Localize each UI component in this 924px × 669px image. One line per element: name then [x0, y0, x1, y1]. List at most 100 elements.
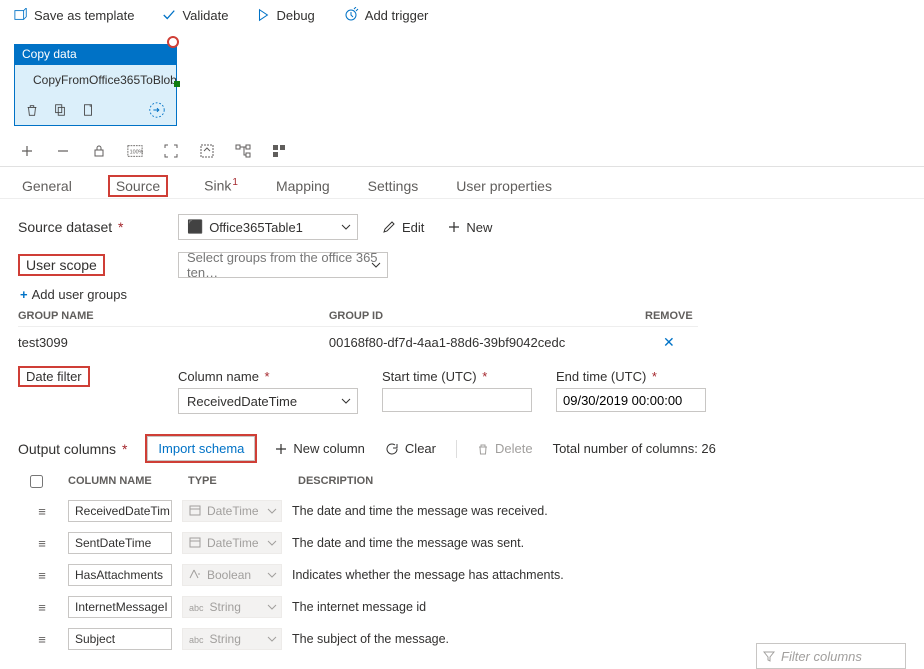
drag-handle[interactable]: ≡ — [30, 600, 54, 615]
zoom-in-icon[interactable] — [18, 142, 36, 160]
save-as-template-button[interactable]: Save as template — [14, 8, 134, 23]
column-name-dropdown[interactable]: ReceivedDateTime — [178, 388, 358, 414]
chevron-down-icon — [267, 538, 277, 548]
group-name-cell: test3099 — [18, 335, 329, 350]
schema-row: ≡ HasAttachments Boolean Indicates whether … — [30, 559, 906, 591]
zoom-percent-icon[interactable]: 100% — [126, 142, 144, 160]
drag-handle[interactable]: ≡ — [30, 536, 54, 551]
chevron-down-icon — [341, 222, 351, 232]
column-type-dropdown: DateTime — [182, 500, 282, 522]
column-type-dropdown: Boolean — [182, 564, 282, 586]
start-time-input[interactable] — [382, 388, 532, 412]
remove-group-button[interactable]: ✕ — [663, 334, 675, 350]
column-description: The internet message id — [292, 600, 426, 614]
autolayout-icon[interactable] — [234, 142, 252, 160]
trash-icon — [477, 443, 489, 455]
column-description: The date and time the message was sent. — [292, 536, 524, 550]
column-description: The date and time the message was receiv… — [292, 504, 548, 518]
copy-data-activity[interactable]: Copy data CopyFromOffice365ToBlob — [14, 44, 177, 126]
group-row: test3099 00168f80-df7d-4aa1-88d6-39bf904… — [18, 327, 698, 357]
column-name-input[interactable]: Subject — [68, 628, 172, 650]
clear-button[interactable]: Clear — [385, 441, 436, 456]
svg-text:100%: 100% — [130, 150, 143, 156]
filter-columns-input[interactable]: Filter columns — [756, 643, 906, 669]
new-dataset-button[interactable]: New — [448, 220, 492, 235]
select-all-checkbox[interactable] — [30, 475, 43, 488]
chevron-down-icon — [267, 506, 277, 516]
chevron-down-icon — [267, 570, 277, 580]
plus-icon — [275, 443, 287, 455]
zoom-out-icon[interactable] — [54, 142, 72, 160]
column-name-input[interactable]: HasAttachments — [68, 564, 172, 586]
validate-label: Validate — [182, 8, 228, 23]
new-column-button[interactable]: New column — [275, 441, 365, 456]
schema-row: ≡ InternetMessageI abcString The internet m… — [30, 591, 906, 623]
end-time-label: End time (UTC) * — [556, 369, 706, 384]
description-header: DESCRIPTION — [298, 475, 906, 491]
debug-button[interactable]: Debug — [256, 8, 314, 23]
drag-handle[interactable]: ≡ — [30, 504, 54, 519]
tab-user-properties[interactable]: User properties — [454, 174, 554, 198]
column-type-dropdown: DateTime — [182, 532, 282, 554]
schema-table: COLUMN NAME TYPE DESCRIPTION ≡ReceivedDa… — [18, 471, 906, 655]
filter-icon — [763, 650, 775, 662]
column-type-dropdown: abcString — [182, 628, 282, 650]
error-badge-icon — [167, 36, 179, 48]
pencil-icon — [382, 220, 396, 234]
output-handle[interactable] — [174, 81, 180, 87]
office365-icon: ⬛ — [187, 219, 203, 235]
tab-source[interactable]: Source — [108, 175, 168, 197]
group-name-header: GROUP NAME — [18, 310, 329, 322]
user-scope-dropdown[interactable]: Select groups from the office 365 ten… — [178, 252, 388, 278]
end-time-input[interactable] — [556, 388, 706, 412]
chevron-down-icon — [267, 634, 277, 644]
start-time-label: Start time (UTC) * — [382, 369, 532, 384]
add-user-groups-button[interactable]: + Add user groups — [20, 287, 906, 302]
date-filter-label: Date filter — [18, 369, 178, 384]
activity-name: CopyFromOffice365ToBlob — [33, 73, 177, 87]
add-trigger-button[interactable]: Add trigger — [343, 7, 429, 23]
save-as-template-label: Save as template — [34, 8, 134, 23]
type-tag-icon: abc — [189, 600, 204, 614]
import-schema-button[interactable]: Import schema — [147, 436, 255, 461]
schema-row: ≡ ReceivedDateTim DateTime The date and tim… — [30, 495, 906, 527]
fit-screen-icon[interactable] — [162, 142, 180, 160]
delete-icon[interactable] — [25, 103, 39, 117]
tab-general[interactable]: General — [20, 174, 74, 198]
template-icon — [14, 8, 28, 22]
lock-icon[interactable] — [90, 142, 108, 160]
tab-bar: General Source Sink1 Mapping Settings Us… — [0, 167, 924, 199]
type-tag-icon — [189, 568, 201, 583]
type-tag-icon — [189, 536, 201, 551]
column-description: Indicates whether the message has attach… — [292, 568, 564, 582]
drag-handle[interactable]: ≡ — [30, 568, 54, 583]
drag-handle[interactable]: ≡ — [30, 632, 54, 647]
tab-settings[interactable]: Settings — [366, 174, 421, 198]
group-remove-header: REMOVE — [640, 310, 698, 322]
column-name-input[interactable]: SentDateTime — [68, 532, 172, 554]
column-type-dropdown: abcString — [182, 596, 282, 618]
column-name-input[interactable]: InternetMessageI — [68, 596, 172, 618]
plus-icon: + — [20, 287, 28, 302]
debug-label: Debug — [276, 8, 314, 23]
activity-type-label: Copy data — [14, 44, 177, 64]
plus-icon — [448, 221, 460, 233]
sink-error-badge: 1 — [232, 177, 238, 188]
output-columns-label: Output columns * — [18, 441, 127, 457]
clone-icon[interactable] — [81, 103, 95, 117]
column-name-label: Column name * — [178, 369, 358, 384]
play-icon — [256, 8, 270, 22]
source-dataset-dropdown[interactable]: ⬛ Office365Table1 — [178, 214, 358, 240]
column-name-input[interactable]: ReceivedDateTim — [68, 500, 172, 522]
edit-dataset-button[interactable]: Edit — [382, 220, 424, 235]
tab-sink[interactable]: Sink1 — [202, 173, 240, 198]
user-scope-label: User scope — [18, 257, 178, 273]
total-columns-label: Total number of columns: 26 — [553, 441, 716, 456]
tab-mapping[interactable]: Mapping — [274, 174, 332, 198]
align-icon[interactable] — [270, 142, 288, 160]
validate-button[interactable]: Validate — [162, 8, 228, 23]
type-tag-icon — [189, 504, 201, 519]
copy-icon[interactable] — [53, 103, 67, 117]
expand-arrow-icon[interactable] — [148, 101, 166, 119]
fullscreen-icon[interactable] — [198, 142, 216, 160]
